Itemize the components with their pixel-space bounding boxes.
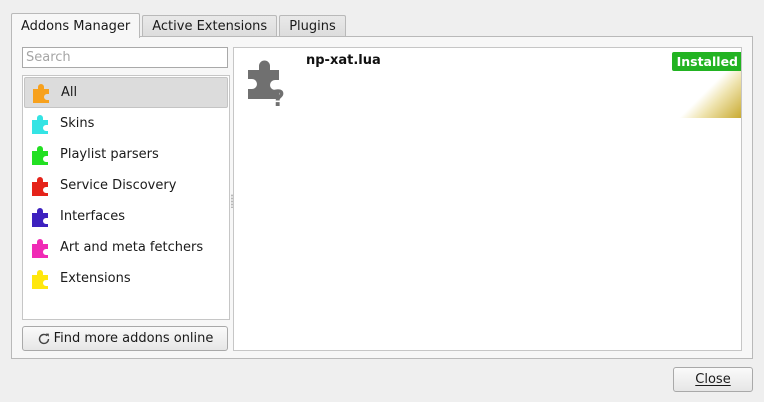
puzzle-icon [29,206,51,228]
puzzle-icon [29,175,51,197]
category-label: Art and meta fetchers [60,240,204,255]
find-more-addons-label: Find more addons online [53,331,214,346]
close-button-label: Close [695,372,731,387]
category-label: All [61,85,78,100]
tab-plugins[interactable]: Plugins [279,15,346,37]
tab-active-extensions[interactable]: Active Extensions [142,15,278,37]
search-input[interactable] [22,47,228,68]
addon-item[interactable]: ? np-xat.lua Installed [234,48,741,118]
close-button[interactable]: Close [673,367,753,392]
unknown-addon-puzzle-icon: ? [246,58,290,112]
svg-text:?: ? [272,87,285,106]
category-item-interfaces[interactable]: Interfaces [24,201,228,232]
category-label: Playlist parsers [60,147,159,162]
category-item-art-and-meta-fetchers[interactable]: Art and meta fetchers [24,232,228,263]
sidebar: All Skins Playlist parsers Service Disco… [22,47,230,351]
puzzle-icon [29,237,51,259]
addon-name: np-xat.lua [306,53,381,68]
refresh-icon [37,332,51,346]
category-label: Extensions [60,271,131,286]
category-label: Interfaces [60,209,125,224]
category-item-service-discovery[interactable]: Service Discovery [24,170,228,201]
category-list: All Skins Playlist parsers Service Disco… [22,75,230,320]
category-item-playlist-parsers[interactable]: Playlist parsers [24,139,228,170]
puzzle-icon [29,268,51,290]
category-item-skins[interactable]: Skins [24,108,228,139]
addons-manager-panel: All Skins Playlist parsers Service Disco… [11,36,753,359]
puzzle-icon [29,144,51,166]
tab-bar: Addons Manager Active Extensions Plugins [11,12,348,38]
puzzle-icon [30,82,52,104]
category-label: Service Discovery [60,178,177,193]
find-more-addons-button[interactable]: Find more addons online [22,326,228,351]
status-badge: Installed [671,52,741,71]
category-label: Skins [60,116,95,131]
tab-addons-manager[interactable]: Addons Manager [11,13,141,38]
category-item-all[interactable]: All [24,77,228,108]
category-item-extensions[interactable]: Extensions [24,263,228,294]
puzzle-icon [29,113,51,135]
addon-list: ? np-xat.lua Installed [233,47,742,351]
